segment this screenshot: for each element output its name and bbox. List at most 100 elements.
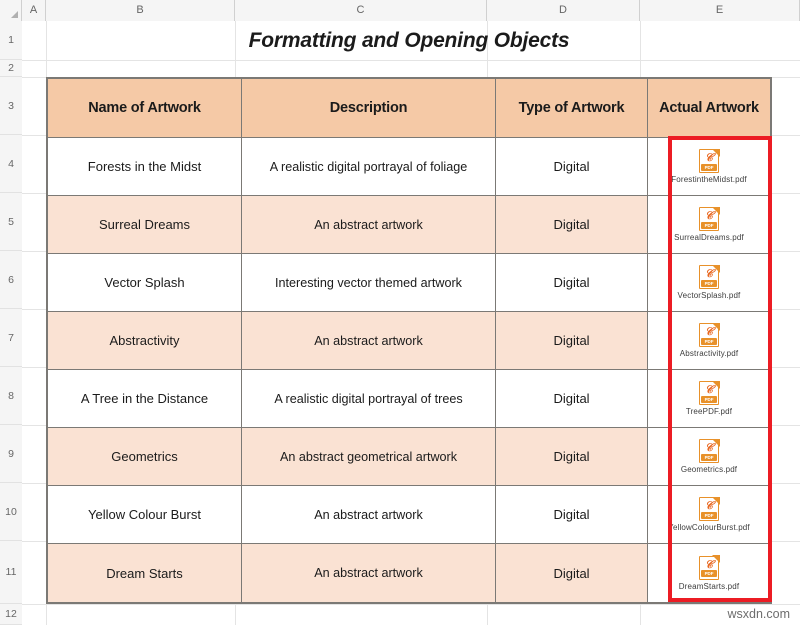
cell-artwork-type[interactable]: Digital [496,486,648,544]
cell-artwork-type[interactable]: Digital [496,370,648,428]
cell-artwork-type[interactable]: Digital [496,428,648,486]
row-header-2[interactable]: 2 [0,60,22,77]
column-header-a[interactable]: A [22,0,46,21]
pdf-file-name: Abstractivity.pdf [679,349,739,358]
table-header-row: Name of Artwork Description Type of Artw… [48,79,770,138]
row-header-5[interactable]: 5 [0,193,22,251]
pdf-file-icon[interactable]: 𝒞 PDF [699,496,720,521]
pdf-file-icon[interactable]: 𝒞 PDF [699,380,720,405]
cell-artwork-type[interactable]: Digital [496,138,648,196]
column-header-d[interactable]: D [487,0,640,21]
pdf-file-name: SurrealDreams.pdf [674,233,744,242]
pdf-icon-glyph: 𝒞 [704,326,714,338]
pdf-icon-glyph: 𝒞 [704,442,714,454]
table-row[interactable]: Forests in the Midst A realistic digital … [48,138,770,196]
cell-artwork-name[interactable]: A Tree in the Distance [48,370,242,428]
pdf-icon-glyph: 𝒞 [704,268,714,280]
column-header-bar: ABCDE [0,0,800,21]
cell-actual-artwork[interactable]: 𝒞 PDF SurrealDreams.pdf [648,196,770,254]
select-all-triangle-icon [11,11,18,18]
pdf-file-icon[interactable]: 𝒞 PDF [699,206,720,231]
table-row[interactable]: Abstractivity An abstract artwork Digital 𝒞… [48,312,770,370]
row-header-8[interactable]: 8 [0,367,22,425]
table-row[interactable]: Surreal Dreams An abstract artwork Digital… [48,196,770,254]
cell-artwork-name[interactable]: Geometrics [48,428,242,486]
pdf-file-name: ForestintheMidst.pdf [671,175,747,184]
cell-artwork-name[interactable]: Vector Splash [48,254,242,312]
cell-artwork-type[interactable]: Digital [496,196,648,254]
table-row[interactable]: Yellow Colour Burst An abstract artwork Di… [48,486,770,544]
column-header-e[interactable]: E [640,0,800,21]
pdf-icon-badge: PDF [701,395,717,403]
cell-actual-artwork[interactable]: 𝒞 PDF TreePDF.pdf [648,370,770,428]
pdf-icon-badge: PDF [701,279,717,287]
pdf-file-icon[interactable]: 𝒞 PDF [699,322,720,347]
row-header-6[interactable]: 6 [0,251,22,309]
row-header-bar: 1 2 3 4 5 6 7 8 9 10 11 12 [0,21,22,625]
pdf-file-icon[interactable]: 𝒞 PDF [699,264,720,289]
pdf-icon-glyph: 𝒞 [704,210,714,222]
grid-row-line [22,60,800,61]
pdf-icon-badge: PDF [701,221,717,229]
pdf-icon-glyph: 𝒞 [704,500,714,512]
row-header-4[interactable]: 4 [0,135,22,193]
pdf-icon-glyph: 𝒞 [704,152,714,164]
pdf-icon-badge: PDF [701,163,717,171]
select-all-corner[interactable] [0,0,22,21]
cell-actual-artwork[interactable]: 𝒞 PDF ForestintheMidst.pdf [648,138,770,196]
spreadsheet-canvas: ABCDE 1 2 3 4 5 6 7 8 9 10 11 12 Formatting and Ope… [0,0,800,625]
cell-description[interactable]: A realistic digital portrayal of trees [242,370,496,428]
row-header-3[interactable]: 3 [0,77,22,135]
cell-actual-artwork[interactable]: 𝒞 PDF Geometrics.pdf [648,428,770,486]
cell-artwork-name[interactable]: Surreal Dreams [48,196,242,254]
table-row[interactable]: Vector Splash Interesting vector themed a… [48,254,770,312]
cell-description[interactable]: An abstract artwork [242,196,496,254]
cell-artwork-name[interactable]: Yellow Colour Burst [48,486,242,544]
table-body: Forests in the Midst A realistic digital … [48,138,770,602]
pdf-icon-badge: PDF [701,453,717,461]
pdf-icon-badge: PDF [701,337,717,345]
watermark: wsxdn.com [727,607,790,621]
row-header-10[interactable]: 10 [0,483,22,541]
cell-description[interactable]: An abstract artwork [242,486,496,544]
column-header-name: Name of Artwork [48,79,242,138]
row-header-7[interactable]: 7 [0,309,22,367]
cell-artwork-type[interactable]: Digital [496,254,648,312]
pdf-file-name: TreePDF.pdf [685,407,733,416]
column-header-description: Description [242,79,496,138]
column-header-type: Type of Artwork [496,79,648,138]
row-header-9[interactable]: 9 [0,425,22,483]
column-header-b[interactable]: B [46,0,235,21]
pdf-file-name: VectorSplash.pdf [677,291,741,300]
pdf-file-icon[interactable]: 𝒞 PDF [699,438,720,463]
cell-description[interactable]: An abstract artwork [242,312,496,370]
grid-row-line [22,604,800,605]
cell-actual-artwork[interactable]: 𝒞 PDF YellowColourBurst.pdf [648,486,770,544]
pdf-file-icon[interactable]: 𝒞 PDF [699,148,720,173]
cell-artwork-name[interactable]: Forests in the Midst [48,138,242,196]
pdf-file-icon[interactable]: 𝒞 PDF [699,555,720,580]
cell-artwork-name[interactable]: Dream Starts [48,544,242,602]
pdf-file-name: DreamStarts.pdf [678,581,740,591]
cell-actual-artwork[interactable]: 𝒞 PDF VectorSplash.pdf [648,254,770,312]
artwork-table: Name of Artwork Description Type of Artw… [46,77,772,604]
row-header-1[interactable]: 1 [0,21,22,60]
table-row[interactable]: Geometrics An abstract geometrical artwor… [48,428,770,486]
cell-artwork-name[interactable]: Abstractivity [48,312,242,370]
cell-actual-artwork[interactable]: 𝒞 PDF DreamStarts.pdf [648,544,770,602]
column-header-c[interactable]: C [235,0,487,21]
pdf-file-name: YellowColourBurst.pdf [668,523,750,532]
cell-actual-artwork[interactable]: 𝒞 PDF Abstractivity.pdf [648,312,770,370]
cell-description[interactable]: Interesting vector themed artwork [242,254,496,312]
cell-artwork-type[interactable]: Digital [496,544,648,602]
pdf-icon-glyph: 𝒞 [704,384,714,396]
table-row[interactable]: A Tree in the Distance A realistic digita… [48,370,770,428]
row-header-11[interactable]: 11 [0,541,22,604]
cell-description[interactable]: An abstract artwork [242,544,496,602]
table-row[interactable]: Dream Starts An abstract artwork Digital 𝒞 P… [48,544,770,602]
row-header-12[interactable]: 12 [0,604,22,625]
cell-description[interactable]: An abstract geometrical artwork [242,428,496,486]
cell-description[interactable]: A realistic digital portrayal of foliage [242,138,496,196]
cell-artwork-type[interactable]: Digital [496,312,648,370]
column-header-artwork: Actual Artwork [648,79,770,138]
